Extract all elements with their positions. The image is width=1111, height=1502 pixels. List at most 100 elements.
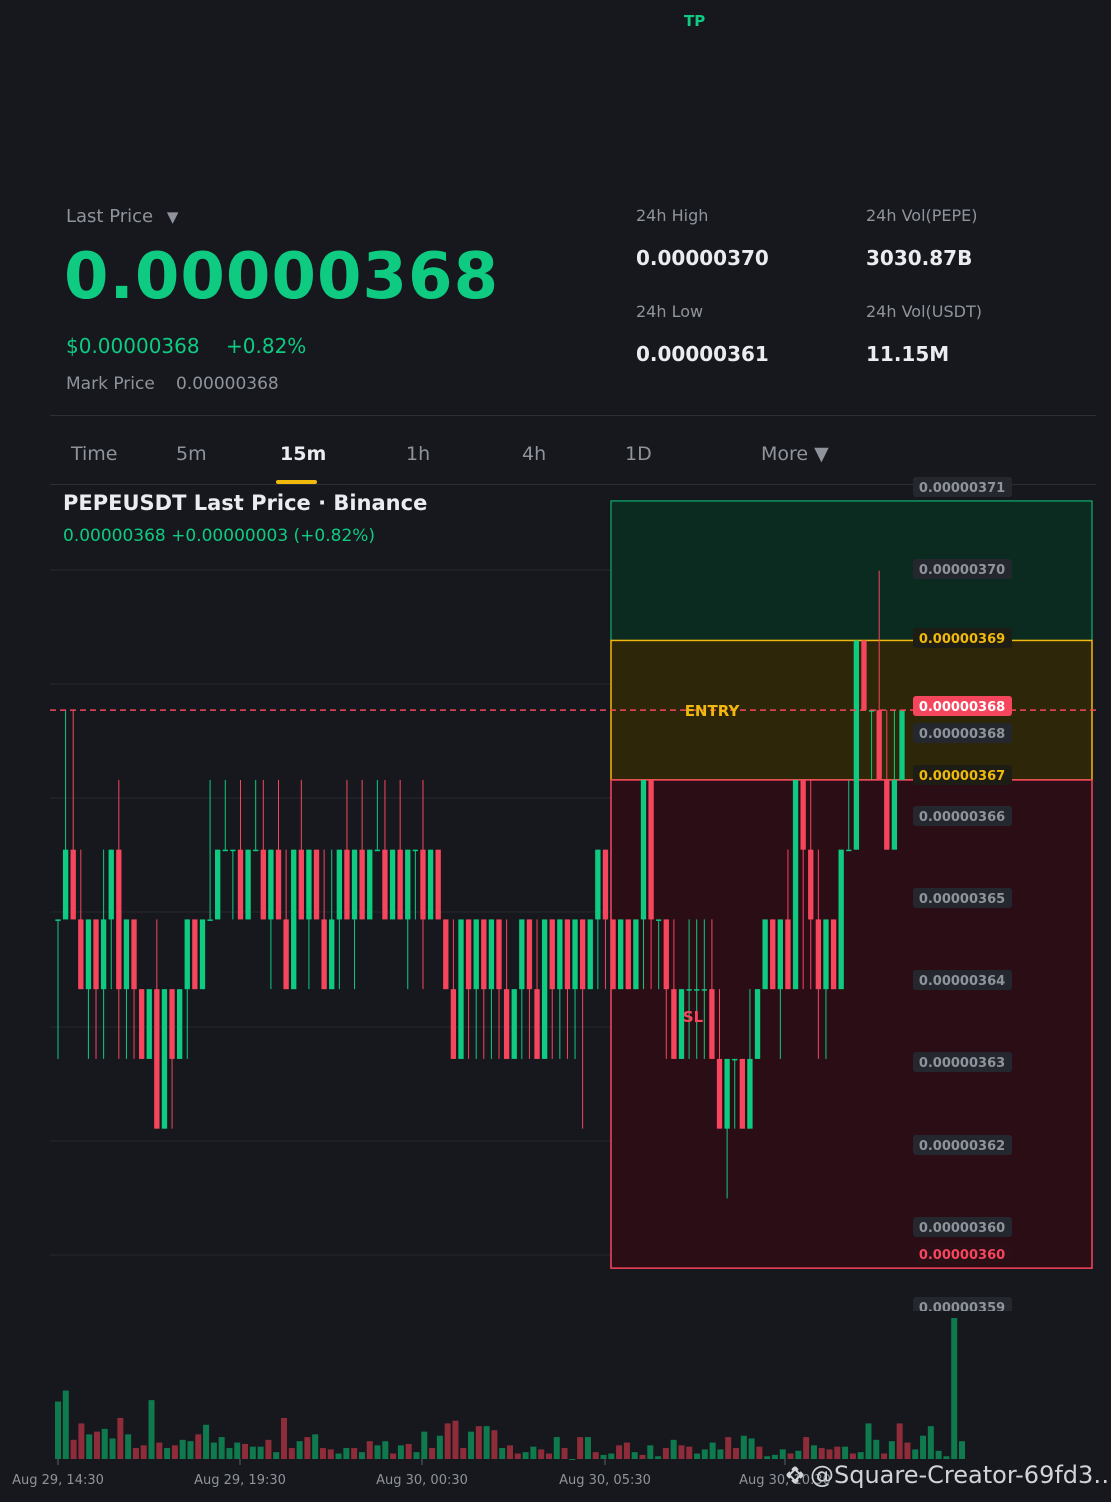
volume-bar — [117, 1417, 124, 1459]
candle-body — [663, 919, 669, 990]
volume-bar — [187, 1441, 194, 1459]
volume-bar — [390, 1453, 397, 1459]
volume-bar — [132, 1448, 139, 1459]
volume-bar — [452, 1420, 459, 1459]
volume-bar — [834, 1446, 841, 1459]
volume-bar — [109, 1438, 116, 1459]
volume-bar — [382, 1441, 389, 1459]
candle-body — [473, 919, 479, 990]
volume-bar — [366, 1441, 373, 1459]
volume-bar — [195, 1434, 202, 1459]
volume-bar — [904, 1442, 911, 1459]
stop-loss-price-tag: 0.00000360 — [919, 1248, 1005, 1263]
candle-body — [549, 919, 555, 990]
time-axis-label: Aug 30, 00:30 — [376, 1473, 468, 1488]
volume-bar — [140, 1445, 147, 1459]
volume-bar — [148, 1400, 155, 1459]
candle-body — [846, 849, 852, 852]
volume-bar — [351, 1448, 358, 1459]
volume-bar — [218, 1437, 225, 1459]
candle-body — [618, 919, 624, 990]
candle-body — [313, 849, 320, 920]
candle-body — [70, 849, 76, 920]
volume-bar — [803, 1437, 810, 1459]
candle-body — [321, 919, 327, 990]
volume-bar — [771, 1454, 778, 1459]
volume-bar — [561, 1448, 568, 1459]
time-axis-label: Aug 30, 05:30 — [559, 1473, 651, 1488]
volume-bar — [545, 1453, 552, 1459]
volume-bar — [101, 1428, 108, 1459]
candle-body — [85, 919, 92, 990]
candle-body — [245, 849, 251, 920]
candle-body — [230, 849, 236, 852]
volume-bar — [374, 1445, 381, 1459]
candlestick-chart[interactable]: ENTRY SL 0.00000371 0.00000370 0.00000369 0.0… — [0, 0, 1111, 1502]
volume-bar — [304, 1437, 311, 1459]
candle-body — [192, 919, 198, 990]
price-axis-label: 0.00000362 — [919, 1139, 1005, 1154]
candle-body — [306, 849, 312, 920]
volume-bar — [429, 1448, 436, 1459]
volume-bar — [491, 1430, 498, 1459]
volume-bar — [514, 1453, 521, 1459]
volume-bar — [616, 1445, 623, 1459]
price-axis-label: 0.00000365 — [919, 892, 1005, 907]
volume-bar — [569, 1459, 576, 1460]
candle-body — [800, 779, 806, 850]
last-price-tag: 0.00000368 — [919, 700, 1005, 715]
volume-bar — [639, 1454, 646, 1459]
volume-bar — [857, 1452, 864, 1459]
candle-body — [374, 849, 381, 852]
candle-body — [420, 849, 426, 920]
volume-bar — [179, 1439, 186, 1459]
volume-bar — [444, 1423, 451, 1459]
price-axis-label: 0.00000360 — [919, 1221, 1005, 1236]
candle-body — [808, 849, 814, 920]
candle-body — [336, 849, 342, 920]
volume-bar — [764, 1456, 771, 1459]
candle-body — [100, 919, 107, 990]
candle-body — [207, 919, 213, 921]
volume-bar — [55, 1401, 61, 1459]
volume-bar — [413, 1452, 420, 1459]
volume-bar — [592, 1452, 599, 1459]
volume-bar — [608, 1453, 615, 1459]
candle-body — [853, 640, 860, 850]
candle-body — [131, 919, 137, 990]
volume-bar — [888, 1441, 895, 1459]
volume-bar — [756, 1446, 763, 1459]
candle-body — [55, 919, 61, 921]
candle-body — [367, 849, 373, 920]
candle-body — [275, 849, 282, 920]
time-axis-label: Aug 29, 19:30 — [194, 1473, 286, 1488]
candle-body — [283, 919, 289, 990]
volume-bar — [678, 1445, 685, 1459]
candle-body — [884, 779, 890, 850]
volume-bar — [78, 1423, 85, 1459]
candle-body — [503, 989, 510, 1059]
candle-body — [351, 849, 358, 920]
volume-bar — [842, 1446, 849, 1459]
volume-bar — [795, 1450, 802, 1459]
volume-bar — [62, 1390, 69, 1459]
candle-body — [199, 919, 206, 990]
candle-body — [526, 919, 533, 990]
candle-body — [496, 919, 502, 990]
candle-body — [595, 849, 601, 920]
volume-bar — [296, 1441, 303, 1459]
volume-bar — [483, 1426, 490, 1459]
candle-body — [123, 919, 130, 990]
stop-loss-label: SL — [683, 1008, 704, 1026]
volume-bar — [436, 1435, 443, 1459]
candle-body — [633, 919, 639, 990]
volume-bar — [662, 1448, 669, 1459]
volume-bar — [701, 1449, 708, 1459]
volume-bar — [740, 1435, 747, 1459]
volume-bar — [951, 1318, 958, 1459]
candle-body — [861, 640, 867, 711]
volume-bar — [397, 1445, 404, 1459]
candle-body — [389, 849, 396, 920]
volume-bar — [709, 1442, 716, 1459]
candle-body — [344, 849, 350, 920]
